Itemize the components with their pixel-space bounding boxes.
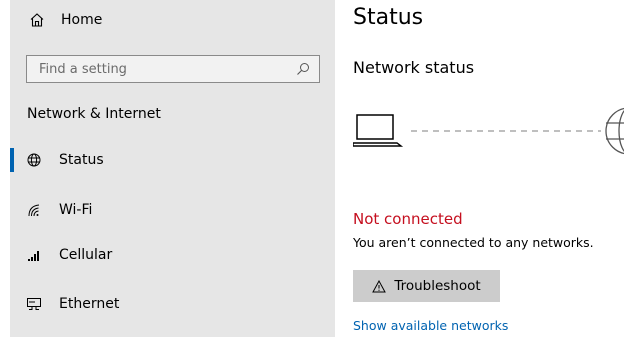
sidebar-item-status[interactable]: Status [10, 144, 335, 176]
connection-status: Not connected [353, 210, 463, 228]
cellular-icon [24, 245, 44, 265]
troubleshoot-label: Troubleshoot [394, 278, 481, 294]
network-diagram-graphic [352, 107, 624, 155]
show-networks-link[interactable]: Show available networks [353, 318, 508, 333]
search-icon[interactable] [295, 61, 311, 77]
home-icon [27, 10, 47, 30]
warning-icon [372, 279, 387, 293]
laptop-icon [352, 114, 404, 147]
section-heading: Network status [353, 58, 475, 77]
section-title: Network & Internet [27, 106, 161, 122]
home-label: Home [61, 12, 103, 28]
connection-description: You aren’t connected to any networks. [353, 235, 594, 250]
globe-icon [24, 150, 44, 170]
sidebar-item-label: Wi-Fi [59, 202, 93, 218]
sidebar-item-cellular[interactable]: Cellular [10, 239, 335, 271]
ethernet-icon [24, 294, 44, 314]
window-left-edge [0, 0, 10, 337]
search-box[interactable] [26, 55, 320, 83]
search-input[interactable] [39, 61, 295, 77]
settings-window: Home Network & Internet Status [0, 0, 624, 337]
globe-icon [605, 107, 624, 155]
troubleshoot-button[interactable]: Troubleshoot [353, 270, 500, 302]
selection-indicator [10, 148, 14, 172]
sidebar-item-label: Cellular [59, 247, 113, 263]
sidebar-item-wifi[interactable]: Wi-Fi [10, 194, 335, 226]
home-nav-item[interactable]: Home [27, 6, 327, 34]
page-title: Status [353, 5, 424, 30]
network-diagram [352, 106, 624, 162]
sidebar-item-label: Status [59, 152, 104, 168]
main-content: Status Network status Not connected You … [335, 0, 624, 337]
sidebar-item-label: Ethernet [59, 296, 120, 312]
wifi-icon [24, 200, 44, 220]
sidebar-item-ethernet[interactable]: Ethernet [10, 288, 335, 320]
